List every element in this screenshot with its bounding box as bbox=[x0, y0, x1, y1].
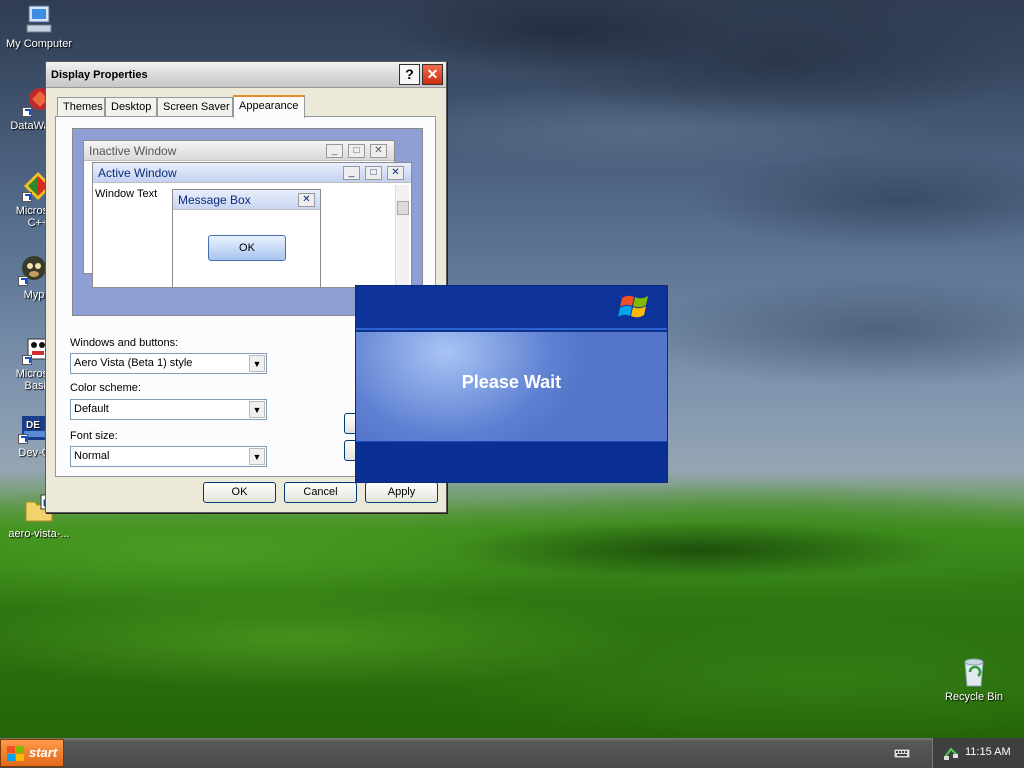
shortcut-arrow-icon bbox=[18, 276, 28, 286]
windows-buttons-select[interactable]: Aero Vista (Beta 1) style ▼ bbox=[70, 353, 267, 374]
dialog-title-bar[interactable]: Display Properties ? ✕ bbox=[46, 62, 446, 88]
close-button[interactable]: ✕ bbox=[422, 64, 443, 85]
wallpaper-grass bbox=[0, 520, 1024, 738]
desktop-icon-label: Recycle Bin bbox=[944, 691, 1004, 703]
maximize-icon: □ bbox=[348, 144, 365, 158]
preview-scrollbar bbox=[395, 185, 409, 285]
tab-themes[interactable]: Themes bbox=[57, 97, 105, 117]
help-button[interactable]: ? bbox=[399, 64, 420, 85]
message-box-title: Message Box bbox=[178, 193, 251, 207]
preview-ok-button: OK bbox=[208, 235, 286, 261]
recycle-bin-icon bbox=[958, 656, 990, 688]
minimize-icon: _ bbox=[326, 144, 343, 158]
desktop-icon-label: DataWa bbox=[10, 120, 50, 132]
font-size-value: Normal bbox=[74, 450, 110, 462]
please-wait-splash: Please Wait bbox=[355, 285, 668, 483]
close-icon: ✕ bbox=[370, 144, 387, 158]
chevron-down-icon[interactable]: ▼ bbox=[249, 448, 265, 465]
clock[interactable]: 11:15 AM bbox=[965, 746, 1011, 758]
font-size-select[interactable]: Normal ▼ bbox=[70, 446, 267, 467]
network-icon[interactable] bbox=[943, 745, 959, 761]
windows-buttons-label: Windows and buttons: bbox=[70, 337, 179, 349]
system-tray: 11:15 AM bbox=[932, 738, 1024, 768]
windows-flag-icon bbox=[7, 745, 25, 761]
keyboard-icon[interactable] bbox=[893, 746, 911, 760]
minimize-icon: _ bbox=[343, 166, 360, 180]
computer-icon bbox=[23, 3, 55, 35]
svg-text:DE: DE bbox=[26, 420, 40, 431]
dialog-title: Display Properties bbox=[51, 69, 148, 81]
color-scheme-select[interactable]: Default ▼ bbox=[70, 399, 267, 420]
tab-appearance[interactable]: Appearance bbox=[233, 95, 305, 118]
window-text-sample: Window Text bbox=[95, 188, 158, 200]
cancel-button[interactable]: Cancel bbox=[284, 482, 357, 503]
close-icon: ✕ bbox=[298, 193, 315, 207]
font-size-label: Font size: bbox=[70, 430, 118, 442]
windows-buttons-value: Aero Vista (Beta 1) style bbox=[74, 357, 193, 369]
desktop-icon-recycle-bin[interactable]: Recycle Bin bbox=[935, 656, 1013, 703]
tab-desktop[interactable]: Desktop bbox=[105, 97, 157, 117]
active-window-title: Active Window bbox=[98, 166, 177, 180]
start-label: start bbox=[29, 745, 58, 760]
tab-screen-saver[interactable]: Screen Saver bbox=[157, 97, 233, 117]
desktop-icon-label: aero-vista-... bbox=[8, 528, 70, 540]
windows-logo-icon bbox=[618, 292, 654, 324]
taskbar: start 11:15 AM bbox=[0, 738, 1024, 768]
splash-header bbox=[356, 286, 667, 330]
start-button[interactable]: start bbox=[0, 739, 64, 767]
apply-button[interactable]: Apply bbox=[365, 482, 438, 503]
splash-footer bbox=[356, 441, 667, 482]
shortcut-arrow-icon bbox=[22, 192, 32, 202]
chevron-down-icon[interactable]: ▼ bbox=[249, 401, 265, 418]
inactive-window-title: Inactive Window bbox=[89, 144, 177, 158]
chevron-down-icon[interactable]: ▼ bbox=[249, 355, 265, 372]
shortcut-arrow-icon bbox=[22, 355, 32, 365]
preview-message-box: Message Box ✕ OK bbox=[172, 189, 321, 288]
desktop-icon-label: Myp bbox=[23, 289, 45, 301]
desktop-icon-label: My Computer bbox=[5, 38, 73, 50]
color-scheme-value: Default bbox=[74, 403, 109, 415]
shortcut-arrow-icon bbox=[22, 107, 32, 117]
please-wait-text: Please Wait bbox=[461, 372, 562, 392]
color-scheme-label: Color scheme: bbox=[70, 382, 141, 394]
desktop-icon-my-computer[interactable]: My Computer bbox=[0, 3, 78, 50]
maximize-icon: □ bbox=[365, 166, 382, 180]
close-icon: ✕ bbox=[387, 166, 404, 180]
shortcut-arrow-icon bbox=[18, 434, 28, 444]
ok-button[interactable]: OK bbox=[203, 482, 276, 503]
